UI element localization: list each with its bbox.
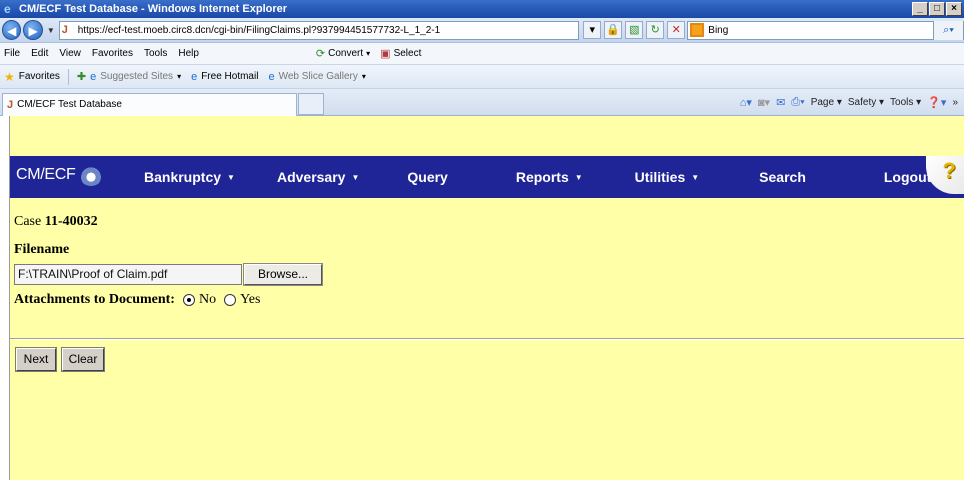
chevron-down-icon: ▾: [177, 72, 182, 81]
cmecf-nav-bar: CM/ECF Bankruptcy ▼ Adversary ▼ Query Repo…: [10, 156, 964, 198]
ie-site-icon: e: [90, 70, 97, 83]
nav-utilities[interactable]: Utilities ▼: [635, 169, 700, 185]
tools-menu[interactable]: Tools ▾: [890, 97, 921, 108]
tab-bar: J CM/ECF Test Database ⌂▾ ◙▾ ✉ ⎙▾ Page ▾…: [0, 89, 964, 116]
search-provider: Bing: [708, 24, 729, 36]
nav-bankruptcy[interactable]: Bankruptcy ▼: [144, 169, 235, 185]
help-button[interactable]: ?: [926, 156, 964, 194]
menu-help[interactable]: Help: [178, 48, 199, 59]
compatibility-view-icon[interactable]: ▧: [625, 21, 644, 39]
page-favicon-icon: J: [61, 24, 68, 36]
print-icon[interactable]: ⎙▾: [791, 96, 804, 109]
chevron-down-icon: ▾: [366, 49, 371, 58]
menu-file[interactable]: File: [4, 48, 20, 59]
browse-button[interactable]: Browse...: [243, 263, 323, 286]
case-number: 11-40032: [44, 214, 98, 229]
minimize-button[interactable]: _: [912, 2, 928, 16]
tab-title: CM/ECF Test Database: [17, 99, 122, 110]
attachments-no-label: No: [198, 292, 217, 307]
toolbar-divider: [67, 68, 69, 85]
search-input[interactable]: Bing ⌕▾: [687, 20, 964, 40]
help-icon: ?: [942, 158, 956, 183]
cmecf-logo-icon: [78, 164, 103, 186]
filename-label: Filename: [14, 242, 70, 257]
select-icon: ▣: [380, 48, 391, 60]
case-prefix: Case: [14, 214, 45, 229]
chevron-down-icon: ▼: [227, 173, 235, 182]
convert-label: Convert: [328, 48, 364, 59]
cmecf-logo-text: CM/ECF: [16, 166, 76, 183]
address-input[interactable]: J https://ecf-test.moeb.circ8.dcn/cgi-bi…: [58, 20, 580, 40]
attachments-label: Attachments to Document:: [14, 292, 175, 307]
nav-reports[interactable]: Reports ▼: [516, 169, 583, 185]
tab-cmecf[interactable]: J CM/ECF Test Database: [2, 92, 297, 116]
menu-view[interactable]: View: [59, 48, 81, 59]
chevron-down-icon: ▼: [351, 173, 360, 182]
nav-query[interactable]: Query: [407, 169, 447, 185]
address-dropdown-icon[interactable]: ▾: [583, 21, 602, 39]
cmecf-nav-items: Bankruptcy ▼ Adversary ▼ Query Reports ▼ Ut…: [140, 156, 931, 198]
close-button[interactable]: ×: [946, 2, 962, 16]
page-menu[interactable]: Page ▾: [811, 97, 842, 108]
stop-icon[interactable]: ✕: [667, 21, 686, 39]
history-dropdown-icon[interactable]: ▼: [47, 26, 55, 35]
page-favicon-icon: J: [7, 98, 14, 111]
free-hotmail-link[interactable]: Free Hotmail: [201, 71, 258, 82]
new-tab-button[interactable]: [298, 93, 324, 115]
filename-input[interactable]: F:\TRAIN\Proof of Claim.pdf: [14, 264, 242, 285]
favorites-button[interactable]: Favorites: [19, 71, 60, 82]
bing-icon: [690, 23, 705, 37]
web-slice-gallery-link[interactable]: Web Slice Gallery: [279, 71, 358, 82]
attachments-no-radio[interactable]: [182, 294, 195, 306]
add-favorite-icon[interactable]: ✚: [77, 70, 86, 83]
forward-button[interactable]: ▶: [23, 20, 43, 40]
nav-adversary[interactable]: Adversary ▼: [277, 169, 359, 185]
window-controls: _ □ ×: [912, 2, 962, 16]
mail-icon[interactable]: ✉: [776, 96, 785, 109]
safety-menu[interactable]: Safety ▾: [848, 97, 884, 108]
address-toolbar: ◀ ▶ ▼ J https://ecf-test.moeb.circ8.dcn/…: [0, 18, 964, 43]
cmecf-logo: CM/ECF: [16, 164, 103, 186]
favorites-bar: ★ Favorites ✚ e Suggested Sites ▾ e Free…: [0, 65, 964, 89]
clear-button[interactable]: Clear: [61, 347, 105, 372]
refresh-icon[interactable]: ↻: [646, 21, 665, 39]
menu-tools[interactable]: Tools: [144, 48, 167, 59]
attachments-yes-radio[interactable]: [224, 294, 237, 306]
suggested-sites-link[interactable]: Suggested Sites: [100, 71, 173, 82]
ie-logo-icon: e: [4, 2, 11, 16]
convert-button[interactable]: ⟳ Convert ▾: [316, 47, 370, 60]
ie-site-icon: e: [268, 70, 275, 83]
favorites-star-icon: ★: [4, 69, 15, 84]
nav-logout[interactable]: Logout: [884, 169, 931, 185]
url-text[interactable]: https://ecf-test.moeb.circ8.dcn/cgi-bin/…: [78, 25, 440, 36]
menu-bar: File Edit View Favorites Tools Help ⟳ Co…: [0, 43, 964, 65]
command-bar: ⌂▾ ◙▾ ✉ ⎙▾ Page ▾ Safety ▾ Tools ▾ ❓▾ »: [740, 96, 964, 109]
attachments-row: Attachments to Document: No Yes: [14, 292, 268, 308]
back-button[interactable]: ◀: [2, 20, 22, 40]
feeds-icon[interactable]: ◙▾: [758, 96, 770, 109]
window-title: CM/ECF Test Database - Windows Internet …: [19, 3, 288, 15]
help-icon[interactable]: ❓▾: [927, 96, 946, 109]
menu-edit[interactable]: Edit: [31, 48, 48, 59]
lock-icon[interactable]: 🔒: [604, 21, 623, 39]
window-titlebar: e CM/ECF Test Database - Windows Interne…: [0, 0, 964, 18]
select-label: Select: [393, 48, 422, 59]
search-icon[interactable]: ⌕▾: [933, 20, 963, 40]
maximize-button[interactable]: □: [929, 2, 945, 16]
ie-site-icon: e: [191, 70, 198, 83]
chevron-down-icon: ▾: [361, 72, 366, 81]
case-line: Case 11-40032: [14, 214, 98, 230]
page-gutter: [0, 116, 10, 480]
chevron-down-icon: ▼: [574, 173, 583, 182]
home-icon[interactable]: ⌂▾: [740, 96, 752, 109]
nav-search[interactable]: Search: [759, 169, 806, 185]
next-button[interactable]: Next: [15, 347, 57, 372]
convert-icon: ⟳: [315, 48, 326, 60]
chevron-right-icon[interactable]: »: [952, 97, 958, 108]
select-button[interactable]: ▣ Select: [380, 47, 421, 60]
menu-favorites[interactable]: Favorites: [92, 48, 133, 59]
form-divider: [10, 338, 964, 340]
attachments-yes-label: Yes: [240, 292, 261, 307]
chevron-down-icon: ▼: [691, 173, 700, 182]
